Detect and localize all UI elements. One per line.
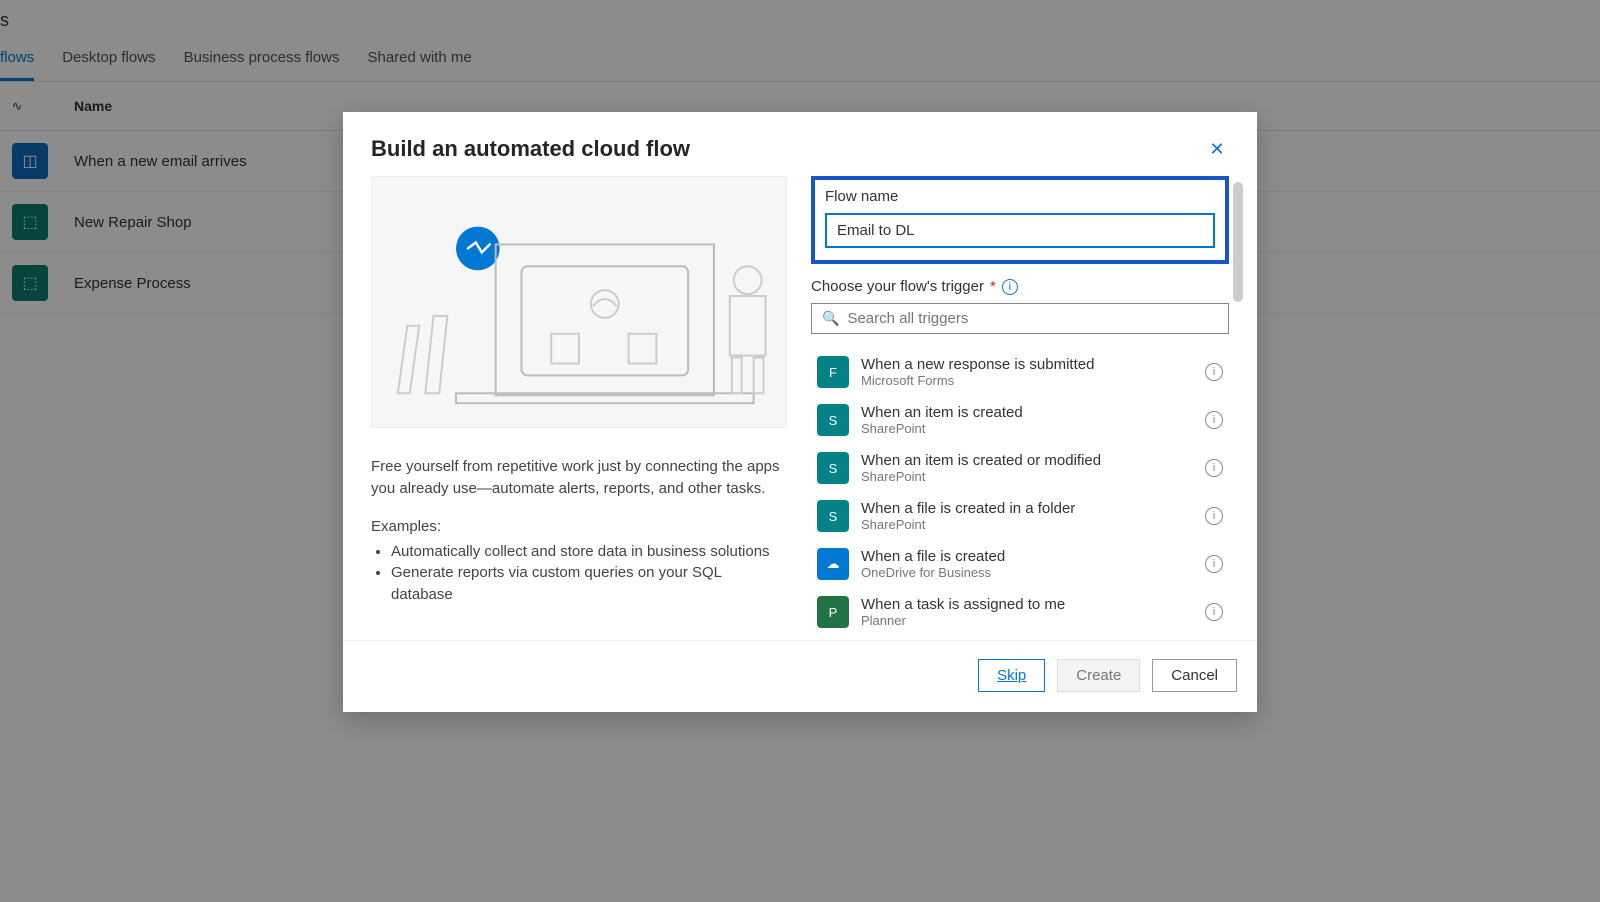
search-icon: 🔍	[822, 310, 839, 327]
trigger-label: Choose your flow's trigger	[811, 278, 984, 295]
trigger-item[interactable]: S When a file is created in a folder Sha…	[811, 492, 1229, 540]
trigger-title: When an item is created	[861, 404, 1193, 421]
trigger-item[interactable]: ☁ When a file is created OneDrive for Bu…	[811, 540, 1229, 588]
info-icon[interactable]: i	[1205, 507, 1223, 525]
trigger-list: F When a new response is submitted Micro…	[811, 348, 1229, 634]
flow-name-label: Flow name	[825, 188, 1215, 205]
modal-overlay: Build an automated cloud flow ✕	[0, 0, 1600, 902]
illustration	[371, 176, 787, 428]
trigger-title: When a file is created	[861, 548, 1193, 565]
trigger-search-input[interactable]	[847, 310, 1218, 327]
trigger-title: When a file is created in a folder	[861, 500, 1193, 517]
info-icon[interactable]: i	[1205, 411, 1223, 429]
skip-button[interactable]: Skip	[978, 659, 1045, 692]
trigger-search[interactable]: 🔍	[811, 303, 1229, 334]
modal-title: Build an automated cloud flow	[371, 136, 1205, 162]
trigger-connector: SharePoint	[861, 421, 1193, 436]
connector-icon: S	[817, 452, 849, 484]
connector-icon: ☁	[817, 548, 849, 580]
info-icon[interactable]: i	[1205, 363, 1223, 381]
flow-name-input[interactable]	[825, 213, 1215, 248]
connector-icon: S	[817, 500, 849, 532]
trigger-item[interactable]: F When a new response is submitted Micro…	[811, 348, 1229, 396]
trigger-title: When a new response is submitted	[861, 356, 1193, 373]
info-icon[interactable]: i	[1205, 459, 1223, 477]
example-item: Generate reports via custom queries on y…	[391, 562, 787, 606]
connector-icon: P	[817, 596, 849, 628]
trigger-item[interactable]: S When an item is created SharePoint i	[811, 396, 1229, 444]
examples-label: Examples:	[371, 518, 787, 535]
trigger-connector: SharePoint	[861, 517, 1193, 532]
flow-name-section: Flow name	[811, 176, 1229, 264]
trigger-connector: SharePoint	[861, 469, 1193, 484]
trigger-item[interactable]: P When a task is assigned to me Planner …	[811, 588, 1229, 634]
trigger-title: When an item is created or modified	[861, 452, 1193, 469]
trigger-item[interactable]: S When an item is created or modified Sh…	[811, 444, 1229, 492]
trigger-title: When a task is assigned to me	[861, 596, 1193, 613]
create-button[interactable]: Create	[1057, 659, 1140, 692]
scrollbar[interactable]	[1233, 182, 1243, 302]
cancel-button[interactable]: Cancel	[1152, 659, 1237, 692]
connector-icon: S	[817, 404, 849, 436]
example-item: Automatically collect and store data in …	[391, 541, 787, 563]
info-icon[interactable]: i	[1205, 555, 1223, 573]
modal-description: Free yourself from repetitive work just …	[371, 456, 787, 500]
connector-icon: F	[817, 356, 849, 388]
trigger-connector: Planner	[861, 613, 1193, 628]
required-asterisk: *	[990, 278, 996, 295]
create-flow-modal: Build an automated cloud flow ✕	[343, 112, 1257, 712]
modal-footer: Skip Create Cancel	[343, 640, 1257, 712]
trigger-connector: Microsoft Forms	[861, 373, 1193, 388]
close-icon: ✕	[1209, 139, 1224, 160]
trigger-label-row: Choose your flow's trigger * i	[811, 278, 1229, 295]
info-icon[interactable]: i	[1205, 603, 1223, 621]
info-icon[interactable]: i	[1002, 279, 1018, 295]
examples-list: Automatically collect and store data in …	[391, 541, 787, 606]
close-button[interactable]: ✕	[1205, 137, 1229, 161]
trigger-connector: OneDrive for Business	[861, 565, 1193, 580]
